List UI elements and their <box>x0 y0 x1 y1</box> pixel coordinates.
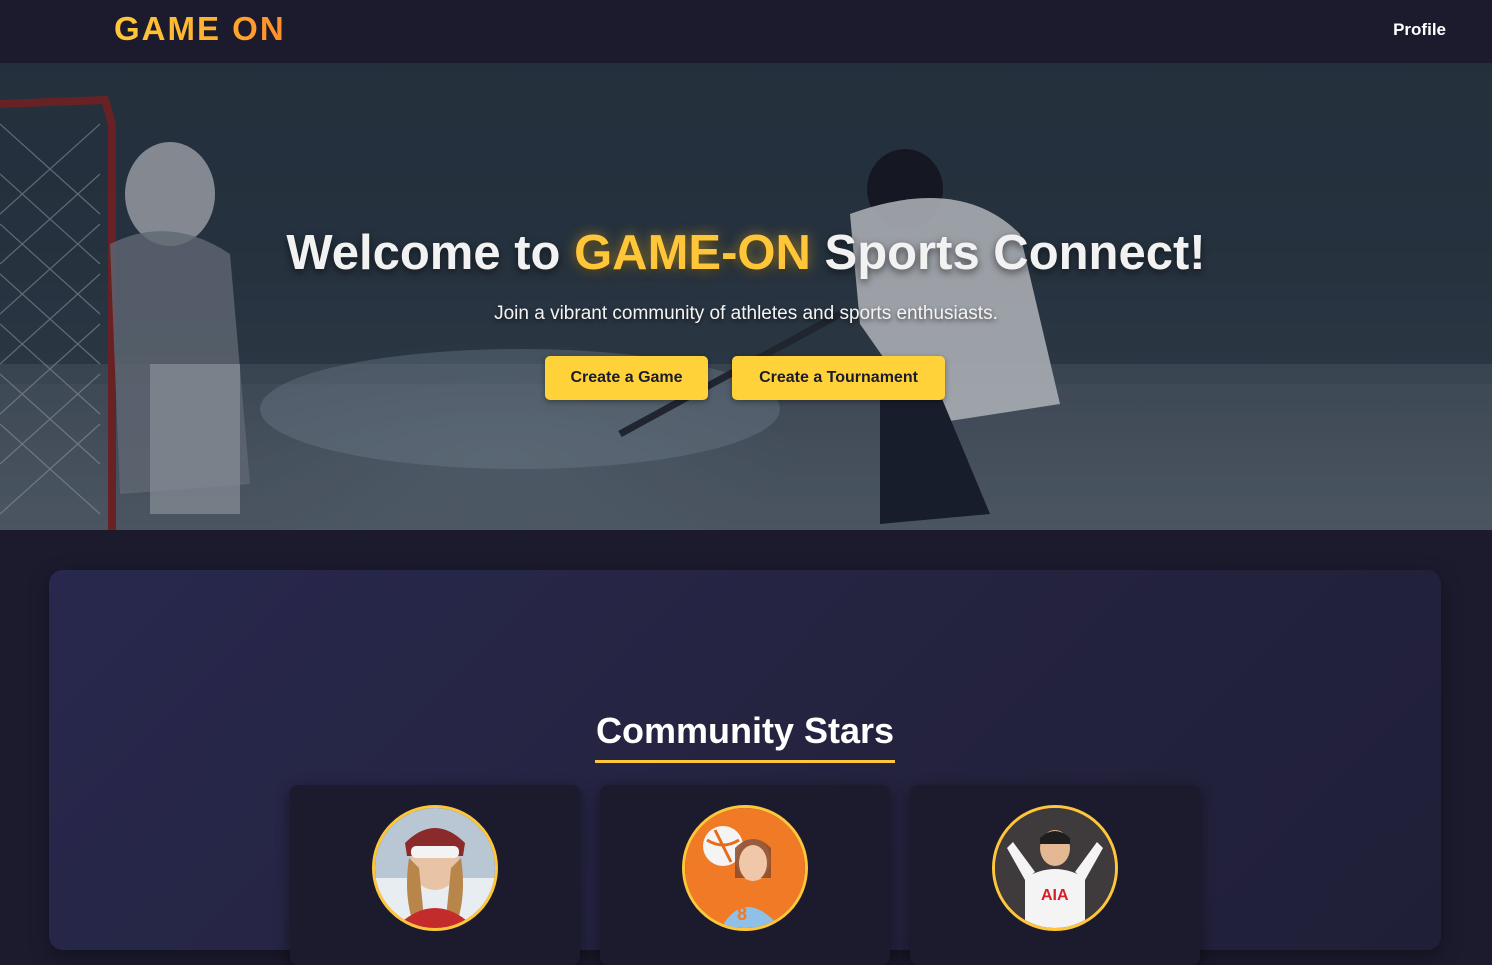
create-game-button[interactable]: Create a Game <box>545 356 708 400</box>
brand-logo[interactable]: GAME ON <box>114 9 286 49</box>
section-title: Community Stars <box>595 710 895 751</box>
hero-title: Welcome to GAME-ON Sports Connect! <box>0 222 1492 284</box>
star-card[interactable]: 8 <box>600 785 890 965</box>
star-card[interactable]: AIA <box>910 785 1200 965</box>
navbar: GAME ON Profile <box>0 0 1492 64</box>
svg-text:AIA: AIA <box>1041 887 1069 904</box>
community-stars-section: Community Stars 8 AIA <box>49 570 1441 965</box>
hero-title-suffix: Sports Connect! <box>824 226 1206 280</box>
hero-title-prefix: Welcome to <box>286 226 561 280</box>
hero-banner: Welcome to GAME-ON Sports Connect! Join … <box>0 64 1492 530</box>
profile-link[interactable]: Profile <box>1393 19 1446 41</box>
hero-subtitle: Join a vibrant community of athletes and… <box>494 303 998 324</box>
skier-avatar <box>372 805 498 931</box>
hero-overlay <box>0 64 1492 530</box>
title-underline <box>595 760 895 763</box>
star-card[interactable] <box>290 785 580 965</box>
volleyball-player-avatar: 8 <box>682 805 808 931</box>
soccer-player-avatar: AIA <box>992 805 1118 931</box>
svg-text:8: 8 <box>737 904 747 924</box>
create-tournament-button[interactable]: Create a Tournament <box>732 356 945 400</box>
hero-title-accent: GAME-ON <box>574 226 811 280</box>
